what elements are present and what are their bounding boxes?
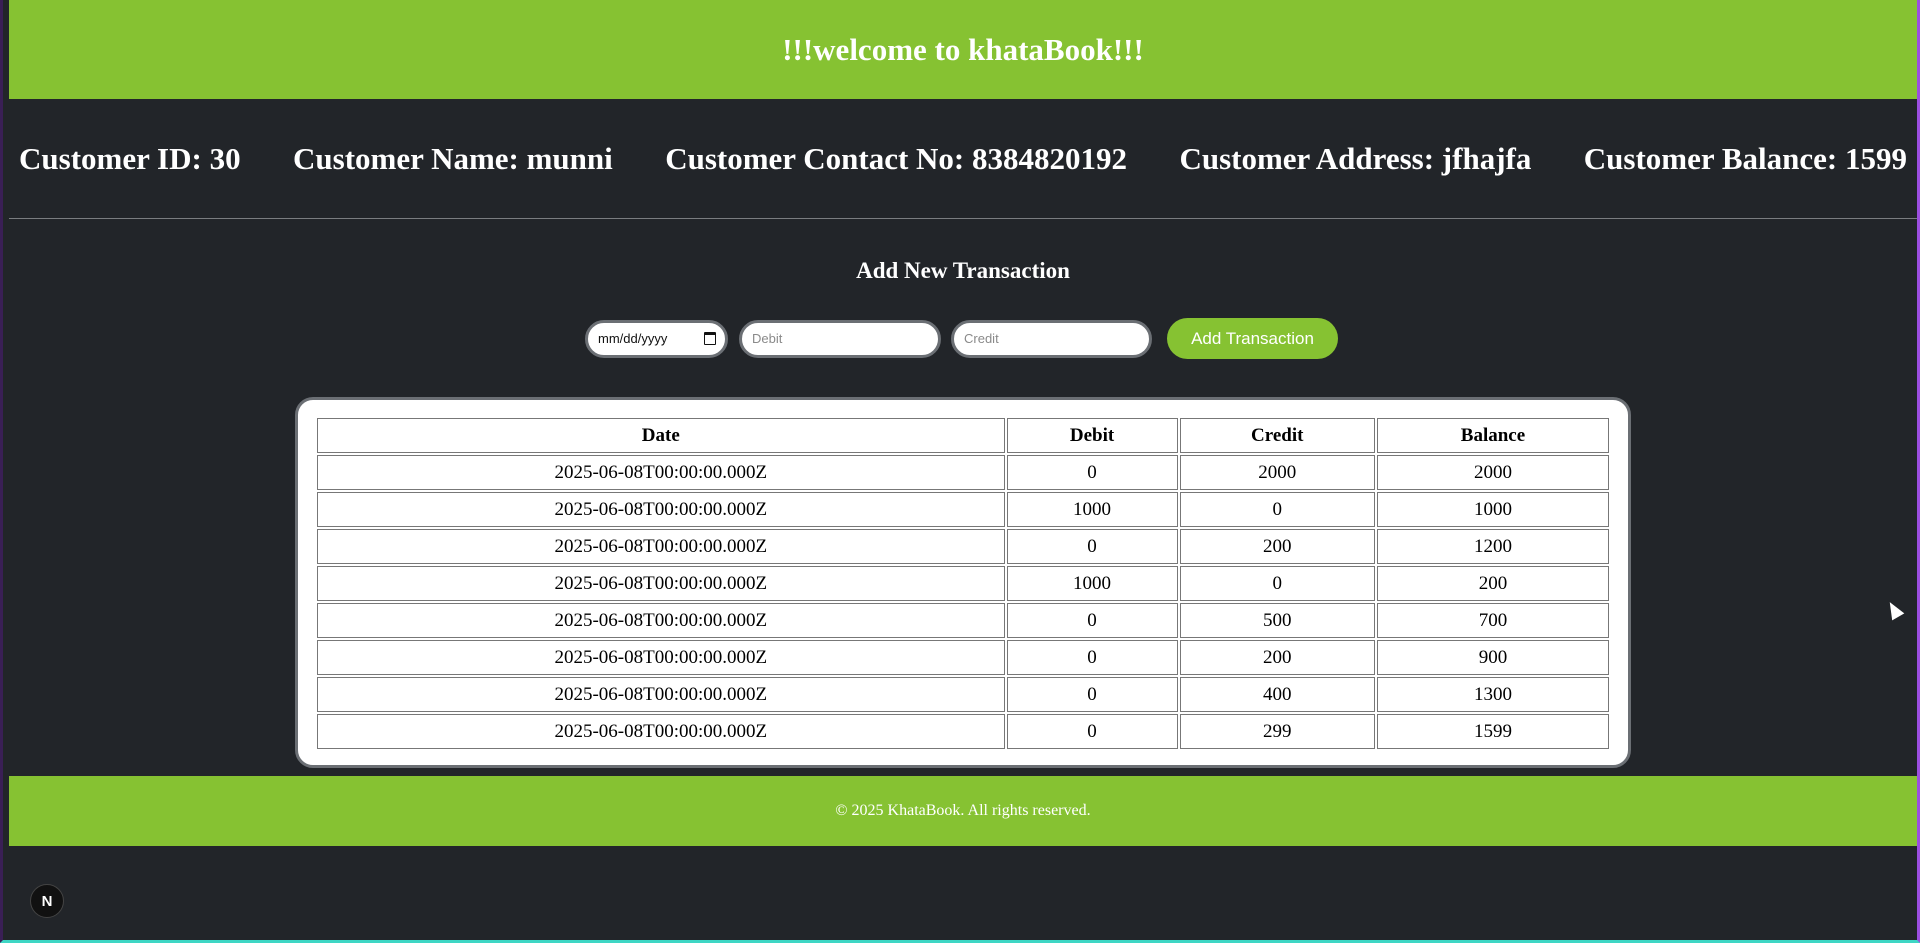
cell-credit: 299 [1179,714,1375,749]
page-title: !!!welcome to khataBook!!! [782,31,1144,67]
cell-debit: 0 [1006,603,1178,638]
table-header-row: Date Debit Credit Balance [317,418,1609,453]
cell-credit: 400 [1179,677,1375,712]
cell-balance: 200 [1376,566,1609,601]
app-window: !!!welcome to khataBook!!! Customer ID: … [0,0,1920,943]
table-row: 2025-06-08T00:00:00.000Z 0 400 1300 [317,677,1609,712]
cell-debit: 0 [1006,529,1178,564]
cell-balance: 1200 [1376,529,1609,564]
nextjs-icon[interactable]: N [30,884,64,918]
cell-credit: 200 [1179,529,1375,564]
cell-date: 2025-06-08T00:00:00.000Z [317,566,1005,601]
cell-debit: 0 [1006,455,1178,490]
transactions-table: Date Debit Credit Balance 2025-06-08T00:… [315,416,1611,751]
site-header: !!!welcome to khataBook!!! [9,0,1917,99]
cell-date: 2025-06-08T00:00:00.000Z [317,677,1005,712]
cell-balance: 1000 [1376,492,1609,527]
customer-name: Customer Name: munni [293,140,613,176]
column-header-debit: Debit [1006,418,1178,453]
cell-debit: 0 [1006,640,1178,675]
table-row: 2025-06-08T00:00:00.000Z 0 500 700 [317,603,1609,638]
cell-balance: 700 [1376,603,1609,638]
add-transaction-button[interactable]: Add Transaction [1167,318,1338,359]
cell-debit: 0 [1006,677,1178,712]
site-footer: © 2025 KhataBook. All rights reserved. [9,776,1917,846]
cell-balance: 1599 [1376,714,1609,749]
cell-debit: 1000 [1006,566,1178,601]
transactions-card: Date Debit Credit Balance 2025-06-08T00:… [295,397,1631,768]
cell-credit: 200 [1179,640,1375,675]
cell-date: 2025-06-08T00:00:00.000Z [317,640,1005,675]
customer-contact: Customer Contact No: 8384820192 [665,140,1127,176]
credit-input[interactable]: Credit [951,319,1152,358]
cell-date: 2025-06-08T00:00:00.000Z [317,492,1005,527]
column-header-balance: Balance [1376,418,1609,453]
cell-credit: 0 [1179,492,1375,527]
customer-id: Customer ID: 30 [19,140,241,176]
column-header-credit: Credit [1179,418,1375,453]
table-row: 2025-06-08T00:00:00.000Z 0 200 1200 [317,529,1609,564]
cell-balance: 900 [1376,640,1609,675]
credit-placeholder: Credit [964,331,999,346]
add-transaction-form: mm/dd/yyyy Debit Credit Add Transaction [585,318,1338,359]
cell-credit: 500 [1179,603,1375,638]
date-placeholder: mm/dd/yyyy [598,331,668,346]
nextjs-badge-label: N [41,892,53,910]
cell-balance: 1300 [1376,677,1609,712]
calendar-icon[interactable] [704,332,716,345]
customer-address: Customer Address: jfhajfa [1179,140,1532,176]
table-row: 2025-06-08T00:00:00.000Z 0 299 1599 [317,714,1609,749]
table-row: 2025-06-08T00:00:00.000Z 1000 0 200 [317,566,1609,601]
table-row: 2025-06-08T00:00:00.000Z 0 200 900 [317,640,1609,675]
footer-copyright: © 2025 KhataBook. All rights reserved. [835,802,1091,819]
cell-date: 2025-06-08T00:00:00.000Z [317,455,1005,490]
customer-info-bar: Customer ID: 30 Customer Name: munni Cus… [9,99,1917,219]
cell-date: 2025-06-08T00:00:00.000Z [317,529,1005,564]
cell-date: 2025-06-08T00:00:00.000Z [317,714,1005,749]
add-transaction-heading: Add New Transaction [856,258,1070,283]
debit-input[interactable]: Debit [739,319,941,358]
column-header-date: Date [317,418,1005,453]
cell-credit: 2000 [1179,455,1375,490]
mouse-cursor-icon [1883,598,1905,621]
table-row: 2025-06-08T00:00:00.000Z 1000 0 1000 [317,492,1609,527]
date-input[interactable]: mm/dd/yyyy [585,319,728,358]
customer-balance: Customer Balance: 1599 [1583,140,1907,176]
debit-placeholder: Debit [752,331,783,346]
cell-debit: 1000 [1006,492,1178,527]
cell-credit: 0 [1179,566,1375,601]
cell-date: 2025-06-08T00:00:00.000Z [317,603,1005,638]
cell-balance: 2000 [1376,455,1609,490]
table-row: 2025-06-08T00:00:00.000Z 0 2000 2000 [317,455,1609,490]
cell-debit: 0 [1006,714,1178,749]
